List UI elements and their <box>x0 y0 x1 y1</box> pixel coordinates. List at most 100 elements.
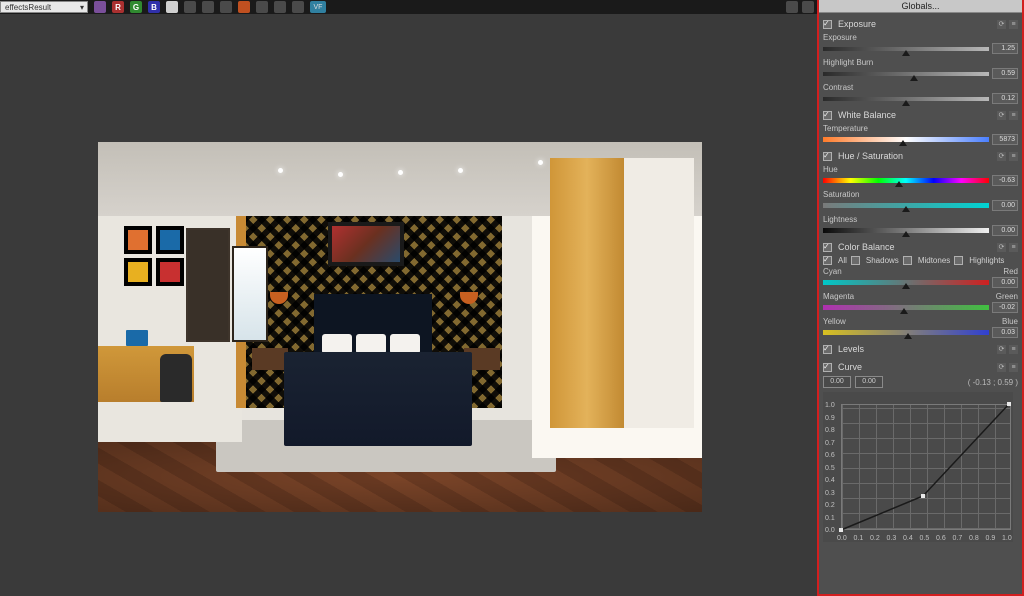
curve-menu-icon[interactable]: ≡ <box>1009 363 1018 372</box>
exposure-slider-2[interactable] <box>823 97 989 101</box>
exposure-slider-thumb-0[interactable] <box>902 50 910 56</box>
color-balance-slider-row: YellowBlue 0.03 <box>823 317 1018 338</box>
channel-r-button[interactable]: R <box>112 1 124 13</box>
curve-input-y[interactable]: 0.00 <box>855 376 883 388</box>
hue-saturation-slider-0[interactable] <box>823 178 989 183</box>
levels-header: Levels ⟳ ≡ <box>823 342 1018 356</box>
cb-highlights-checkbox[interactable] <box>954 256 963 265</box>
exposure-slider-thumb-1[interactable] <box>910 75 918 81</box>
hue-saturation-slider-label: Hue <box>823 165 838 174</box>
color-balance-slider-row: CyanRed 0.00 <box>823 267 1018 288</box>
hue-saturation-value-0[interactable]: -0.63 <box>992 175 1018 186</box>
hue-saturation-reset-icon[interactable]: ⟳ <box>997 152 1006 161</box>
color-balance-slider-2[interactable] <box>823 330 989 335</box>
tool-icon-6[interactable] <box>256 1 268 13</box>
curve-graph[interactable]: 1.00.90.80.70.60.50.40.30.20.10.00.00.10… <box>823 392 1013 542</box>
white-balance-value-0[interactable]: 5873 <box>992 134 1018 145</box>
color-balance-value-2[interactable]: 0.03 <box>992 327 1018 338</box>
exposure-slider-0[interactable] <box>823 47 989 51</box>
hue-saturation-value-1[interactable]: 0.00 <box>992 200 1018 211</box>
curve-coord-readout: ( -0.13 ; 0.59 ) <box>968 378 1018 387</box>
white-balance-slider-0[interactable] <box>823 137 989 142</box>
exposure-menu-icon[interactable]: ≡ <box>1009 20 1018 29</box>
cb-midtones-checkbox[interactable] <box>903 256 912 265</box>
tool-icon-4[interactable] <box>220 1 232 13</box>
white-balance-slider-row: Temperature 5873 <box>823 124 1018 145</box>
channel-g-button[interactable]: G <box>130 1 142 13</box>
levels-menu-icon[interactable]: ≡ <box>1009 345 1018 354</box>
exposure-value-1[interactable]: 0.59 <box>992 68 1018 79</box>
white-balance-slider-label: Temperature <box>823 124 868 133</box>
levels-enable-checkbox[interactable] <box>823 345 832 354</box>
hue-saturation-slider-row: Lightness 0.00 <box>823 215 1018 236</box>
color-balance-slider-label: Cyan <box>823 267 842 276</box>
color-balance-slider-thumb-2[interactable] <box>904 333 912 339</box>
tool-icon-2[interactable] <box>184 1 196 13</box>
exposure-slider-label: Highlight Burn <box>823 58 873 67</box>
color-balance-value-0[interactable]: 0.00 <box>992 277 1018 288</box>
color-balance-enable-checkbox[interactable] <box>823 243 832 252</box>
hue-saturation-slider-thumb-2[interactable] <box>902 231 910 237</box>
viewport <box>0 14 817 596</box>
exposure-reset-icon[interactable]: ⟳ <box>997 20 1006 29</box>
hue-saturation-slider-label: Saturation <box>823 190 859 199</box>
color-balance-menu-icon[interactable]: ≡ <box>1009 243 1018 252</box>
tool-icon-5[interactable] <box>238 1 250 13</box>
hue-saturation-slider-row: Hue -0.63 <box>823 165 1018 186</box>
exposure-enable-checkbox[interactable] <box>823 20 832 29</box>
vray-icon[interactable] <box>94 1 106 13</box>
hue-saturation-slider-2[interactable] <box>823 228 989 233</box>
curve-label: Curve <box>838 362 994 372</box>
color-balance-slider-label: Magenta <box>823 292 854 301</box>
tool-icon-3[interactable] <box>202 1 214 13</box>
topright-icon-1[interactable] <box>786 1 798 13</box>
cb-shadows-checkbox[interactable] <box>851 256 860 265</box>
room-scene <box>98 142 702 512</box>
hue-saturation-menu-icon[interactable]: ≡ <box>1009 152 1018 161</box>
curve-enable-checkbox[interactable] <box>823 363 832 372</box>
cb-all-checkbox[interactable] <box>823 256 832 265</box>
exposure-slider-row: Contrast 0.12 <box>823 83 1018 104</box>
hue-saturation-slider-thumb-0[interactable] <box>895 181 903 187</box>
curve-input-x[interactable]: 0.00 <box>823 376 851 388</box>
levels-reset-icon[interactable]: ⟳ <box>997 345 1006 354</box>
exposure-slider-thumb-2[interactable] <box>902 100 910 106</box>
color-balance-header: Color Balance ⟳ ≡ <box>823 240 1018 254</box>
color-balance-value-1[interactable]: -0.02 <box>992 302 1018 313</box>
white-balance-header: White Balance ⟳ ≡ <box>823 108 1018 122</box>
hue-saturation-enable-checkbox[interactable] <box>823 152 832 161</box>
exposure-slider-row: Highlight Burn 0.59 <box>823 58 1018 79</box>
exposure-label: Exposure <box>838 19 994 29</box>
color-balance-slider-thumb-0[interactable] <box>902 283 910 289</box>
color-balance-reset-icon[interactable]: ⟳ <box>997 243 1006 252</box>
tool-icon-7[interactable] <box>274 1 286 13</box>
tool-icon-1[interactable] <box>166 1 178 13</box>
white-balance-reset-icon[interactable]: ⟳ <box>997 111 1006 120</box>
tool-icon-8[interactable] <box>292 1 304 13</box>
topright-icon-2[interactable] <box>802 1 814 13</box>
channel-dropdown[interactable]: effectsResult <box>0 1 88 13</box>
hue-saturation-header: Hue / Saturation ⟳ ≡ <box>823 149 1018 163</box>
exposure-value-2[interactable]: 0.12 <box>992 93 1018 104</box>
exposure-slider-1[interactable] <box>823 72 989 76</box>
tool-icon-vf[interactable]: VF <box>310 1 326 13</box>
color-balance-slider-0[interactable] <box>823 280 989 285</box>
render-output[interactable] <box>98 142 702 512</box>
exposure-value-0[interactable]: 1.25 <box>992 43 1018 54</box>
color-balance-slider-1[interactable] <box>823 305 989 310</box>
hue-saturation-value-2[interactable]: 0.00 <box>992 225 1018 236</box>
corrections-panel: Globals... Exposure ⟳ ≡ Exposure 1.25 Hi… <box>817 0 1024 596</box>
channel-b-button[interactable]: B <box>148 1 160 13</box>
hue-saturation-slider-thumb-1[interactable] <box>902 206 910 212</box>
color-balance-slider-thumb-1[interactable] <box>900 308 908 314</box>
hue-saturation-slider-label: Lightness <box>823 215 857 224</box>
hue-saturation-label: Hue / Saturation <box>838 151 994 161</box>
white-balance-label: White Balance <box>838 110 994 120</box>
exposure-header: Exposure ⟳ ≡ <box>823 17 1018 31</box>
hue-saturation-slider-1[interactable] <box>823 203 989 208</box>
white-balance-slider-thumb-0[interactable] <box>899 140 907 146</box>
curve-reset-icon[interactable]: ⟳ <box>997 363 1006 372</box>
white-balance-menu-icon[interactable]: ≡ <box>1009 111 1018 120</box>
white-balance-enable-checkbox[interactable] <box>823 111 832 120</box>
hue-saturation-slider-row: Saturation 0.00 <box>823 190 1018 211</box>
